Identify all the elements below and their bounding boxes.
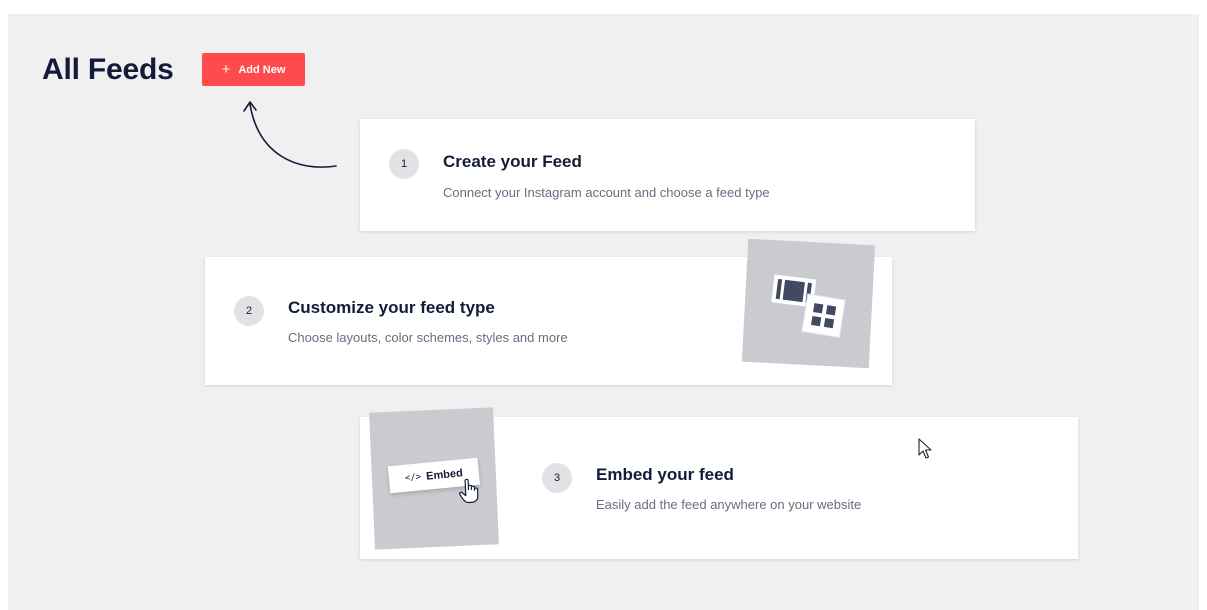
step-number: 1 <box>389 149 419 179</box>
plus-icon: + <box>221 61 231 78</box>
curved-arrow-icon <box>243 101 337 168</box>
step-title: Create your Feed <box>443 152 582 171</box>
add-new-button[interactable]: + Add New <box>202 53 305 86</box>
step-description: Choose layouts, color schemes, styles an… <box>288 330 568 345</box>
step-description: Connect your Instagram account and choos… <box>443 185 770 200</box>
mouse-cursor-icon <box>918 438 932 459</box>
step-number: 2 <box>234 296 264 326</box>
page-title: All Feeds <box>42 53 174 86</box>
add-new-label: Add New <box>238 63 286 76</box>
step-title: Customize your feed type <box>288 298 495 317</box>
step-card-create: 1 Create your Feed Connect your Instagra… <box>360 119 975 231</box>
layout-grid-illustration <box>741 238 876 369</box>
step-title: Embed your feed <box>596 465 734 484</box>
layout-grid-icon <box>771 274 846 339</box>
code-icon: </> <box>404 471 422 484</box>
step-number: 3 <box>542 463 572 493</box>
hand-pointer-icon <box>459 478 479 504</box>
embed-illustration: </> Embed <box>369 407 499 550</box>
step-description: Easily add the feed anywhere on your web… <box>596 497 862 512</box>
